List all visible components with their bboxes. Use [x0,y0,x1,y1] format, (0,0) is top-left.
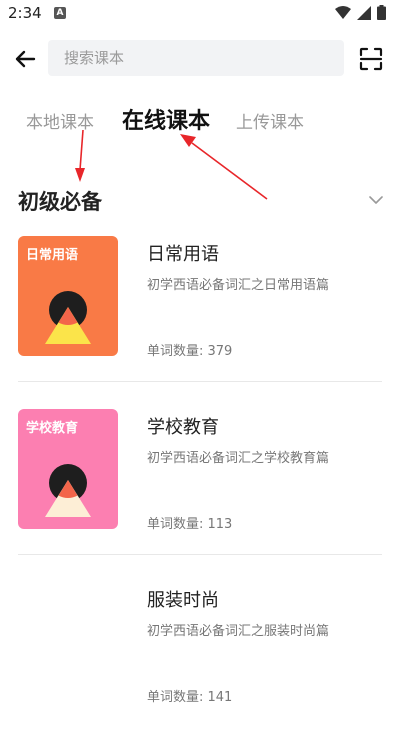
scan-icon[interactable] [358,46,384,72]
book-cover [18,582,118,702]
wifi-icon [335,5,351,19]
top-bar [0,38,400,78]
book-cover: 日常用语 [18,236,118,356]
notification-badge: A [54,7,66,19]
word-count: 单词数量: 113 [147,517,233,532]
course-tabs: 本地课本 在线课本 上传课本 [0,100,400,140]
back-arrow-icon[interactable] [12,46,38,72]
book-title: 日常用语 [147,244,219,265]
search-input[interactable] [48,40,344,76]
cover-label: 日常用语 [26,248,79,263]
divider [18,554,382,555]
cover-label: 学校教育 [26,421,79,436]
book-title: 服装时尚 [147,590,219,611]
battery-icon [377,5,386,20]
section-header[interactable]: 初级必备 [0,180,400,220]
chevron-down-icon[interactable] [366,190,386,210]
tab-online-textbooks[interactable]: 在线课本 [122,103,210,135]
status-time: 2:34 [8,4,42,22]
cell-signal-icon [357,5,371,20]
book-title: 学校教育 [147,417,219,438]
tab-local-textbooks[interactable]: 本地课本 [26,108,94,133]
status-icons [335,5,386,20]
book-description: 初学西语必备词汇之学校教育篇 [147,451,330,466]
divider [18,381,382,382]
book-item[interactable]: 服装时尚 初学西语必备词汇之服装时尚篇 单词数量: 141 [0,582,400,752]
tab-upload-textbooks[interactable]: 上传课本 [236,108,304,133]
book-description: 初学西语必备词汇之服装时尚篇 [147,624,330,639]
book-cover: 学校教育 [18,409,118,529]
status-bar: 2:34 A [0,0,400,28]
book-description: 初学西语必备词汇之日常用语篇 [147,278,330,293]
word-count: 单词数量: 141 [147,690,233,705]
section-title: 初级必备 [18,190,102,214]
word-count: 单词数量: 379 [147,344,233,359]
